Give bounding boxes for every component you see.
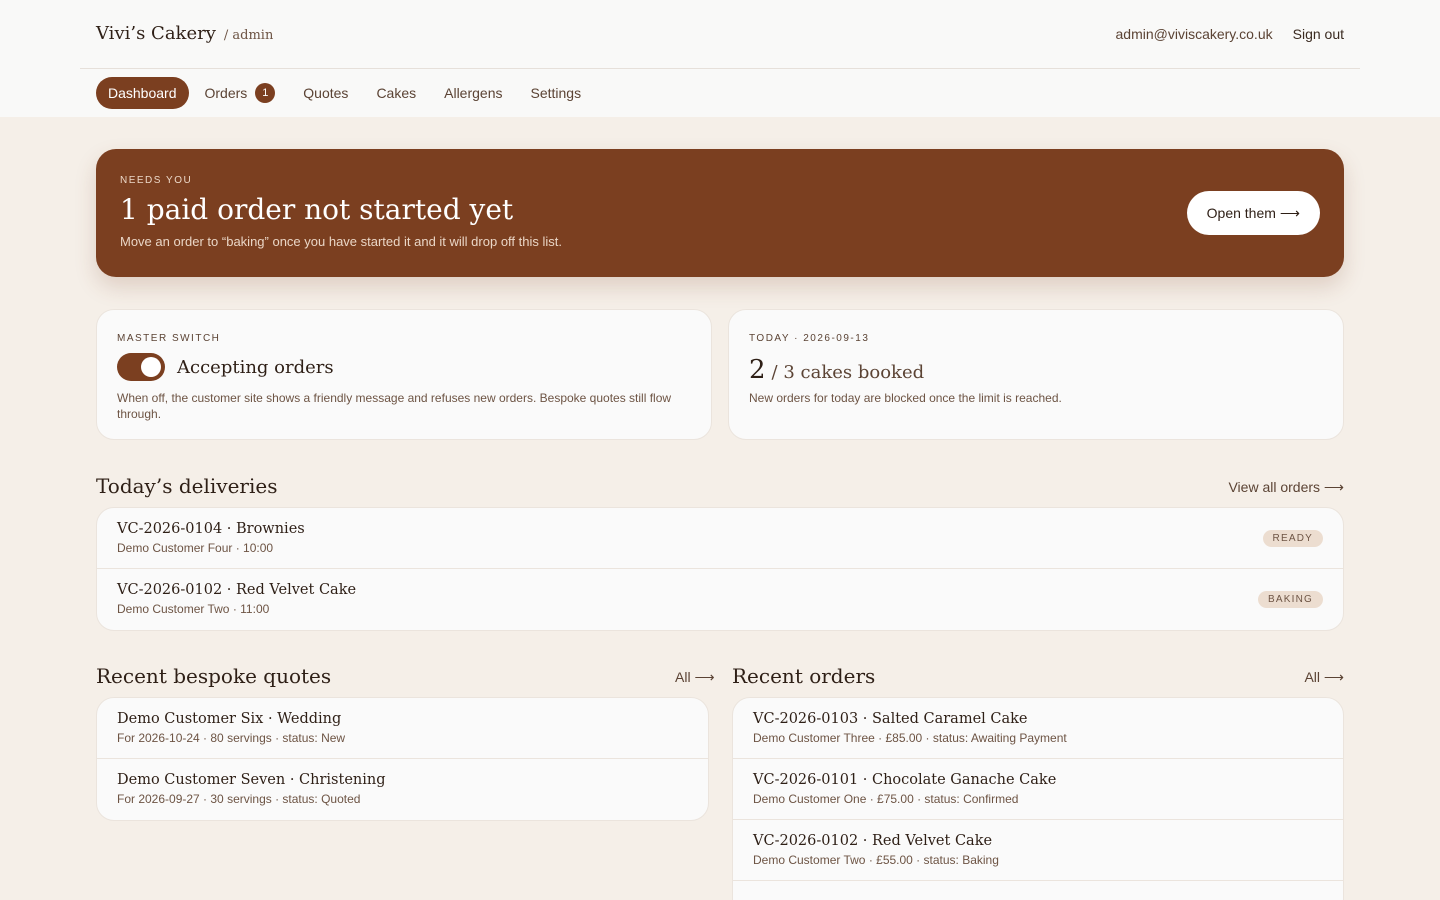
accepting-orders-label: Accepting orders bbox=[177, 356, 334, 378]
order-sub: Demo Customer One · £75.00 · status: Con… bbox=[753, 792, 1019, 806]
nav-orders-label: Orders bbox=[204, 85, 248, 101]
arrow-right-icon: ⟶ bbox=[1279, 204, 1300, 221]
master-switch-card: MASTER SWITCH Accepting orders When off,… bbox=[96, 309, 712, 440]
brand-suffix: / admin bbox=[223, 28, 274, 43]
master-switch-description: When off, the customer site shows a frie… bbox=[117, 391, 672, 421]
all-orders-label: All bbox=[1304, 669, 1321, 685]
today-kicker: TODAY · 2026-09-13 bbox=[749, 333, 870, 344]
nav-quotes[interactable]: Quotes bbox=[289, 77, 362, 109]
toggle-knob bbox=[141, 357, 161, 377]
delivery-row[interactable]: VC-2026-0104 · Brownies Demo Customer Fo… bbox=[97, 508, 1343, 569]
status-badge: READY bbox=[1262, 530, 1323, 547]
accepting-orders-toggle[interactable] bbox=[117, 353, 165, 381]
view-all-orders-label: View all orders bbox=[1228, 479, 1321, 495]
quote-sub: For 2026-10-24 · 80 servings · status: N… bbox=[117, 731, 346, 745]
quotes-list: Demo Customer Six · Wedding For 2026-10-… bbox=[96, 697, 709, 821]
deliveries-title: Today’s deliveries bbox=[96, 474, 278, 498]
nav-allergens[interactable]: Allergens bbox=[430, 77, 516, 109]
needs-you-banner: NEEDS YOU 1 paid order not started yet M… bbox=[96, 149, 1344, 277]
nav-orders[interactable]: Orders 1 bbox=[191, 77, 290, 109]
quotes-title: Recent bespoke quotes bbox=[96, 664, 332, 688]
account-email: admin@viviscakery.co.uk bbox=[1115, 26, 1273, 42]
account-area: admin@viviscakery.co.uk Sign out bbox=[1116, 26, 1345, 42]
nav-dashboard-label: Dashboard bbox=[108, 85, 177, 101]
recent-orders-list: VC-2026-0103 · Salted Caramel Cake Demo … bbox=[732, 697, 1344, 900]
all-quotes-label: All bbox=[675, 669, 691, 685]
accepting-orders-toggle-row: Accepting orders bbox=[117, 353, 334, 381]
order-sub: Demo Customer Two · £55.00 · status: Bak… bbox=[753, 853, 999, 867]
master-switch-kicker: MASTER SWITCH bbox=[117, 333, 221, 344]
banner-title: 1 paid order not started yet bbox=[120, 193, 514, 226]
banner-description: Move an order to “baking” once you have … bbox=[120, 234, 562, 249]
main-nav: Dashboard Orders 1 Quotes Cakes Allergen… bbox=[96, 77, 595, 109]
order-title: VC-2026-0101 · Chocolate Ganache Cake bbox=[753, 772, 1057, 788]
open-them-label: Open them bbox=[1206, 205, 1276, 221]
nav-allergens-label: Allergens bbox=[444, 85, 503, 101]
arrow-right-icon: ⟶ bbox=[1323, 669, 1344, 685]
nav-cakes[interactable]: Cakes bbox=[362, 77, 430, 109]
today-booked-count: 2 / 3 cakes booked bbox=[749, 355, 924, 385]
nav-dashboard[interactable]: Dashboard bbox=[96, 77, 189, 109]
arrow-right-icon: ⟶ bbox=[694, 669, 715, 685]
all-orders-link[interactable]: All ⟶ bbox=[1304, 669, 1344, 686]
quote-row[interactable]: Demo Customer Six · Wedding For 2026-10-… bbox=[97, 698, 708, 759]
delivery-row[interactable]: VC-2026-0102 · Red Velvet Cake Demo Cust… bbox=[97, 569, 1343, 630]
delivery-sub: Demo Customer Four · 10:00 bbox=[117, 541, 274, 555]
quote-title: Demo Customer Six · Wedding bbox=[117, 711, 342, 727]
quote-sub: For 2026-09-27 · 30 servings · status: Q… bbox=[117, 792, 361, 806]
order-row[interactable]: VC-2026-0102 · Red Velvet Cake Demo Cust… bbox=[733, 820, 1343, 881]
brand[interactable]: Vivi’s Cakery / admin bbox=[96, 23, 273, 44]
brand-name: Vivi’s Cakery bbox=[96, 23, 216, 44]
order-row[interactable]: VC-2026-0103 · Salted Caramel Cake Demo … bbox=[733, 698, 1343, 759]
view-all-orders-link[interactable]: View all orders ⟶ bbox=[1228, 479, 1344, 496]
banner-kicker: NEEDS YOU bbox=[120, 175, 193, 186]
nav-settings[interactable]: Settings bbox=[517, 77, 596, 109]
booked-number: 2 bbox=[749, 355, 766, 385]
nav-settings-label: Settings bbox=[530, 85, 582, 101]
quote-title: Demo Customer Seven · Christening bbox=[117, 772, 386, 788]
order-row-partial[interactable] bbox=[733, 881, 1343, 900]
header-divider bbox=[80, 68, 1360, 69]
order-title: VC-2026-0102 · Red Velvet Cake bbox=[753, 833, 993, 849]
deliveries-list: VC-2026-0104 · Brownies Demo Customer Fo… bbox=[96, 507, 1344, 631]
nav-quotes-label: Quotes bbox=[303, 85, 349, 101]
today-capacity-card: TODAY · 2026-09-13 2 / 3 cakes booked Ne… bbox=[728, 309, 1344, 440]
today-description: New orders for today are blocked once th… bbox=[749, 391, 1062, 405]
order-row[interactable]: VC-2026-0101 · Chocolate Ganache Cake De… bbox=[733, 759, 1343, 820]
orders-count-badge: 1 bbox=[255, 83, 276, 103]
delivery-title: VC-2026-0104 · Brownies bbox=[117, 521, 305, 537]
open-them-button[interactable]: Open them ⟶ bbox=[1186, 191, 1320, 235]
nav-cakes-label: Cakes bbox=[376, 85, 417, 101]
sign-out-link[interactable]: Sign out bbox=[1293, 26, 1344, 42]
top-bar: Vivi’s Cakery / admin admin@viviscakery.… bbox=[0, 0, 1440, 117]
arrow-right-icon: ⟶ bbox=[1323, 479, 1344, 495]
status-badge: BAKING bbox=[1258, 591, 1323, 608]
all-quotes-link[interactable]: All ⟶ bbox=[675, 669, 715, 686]
delivery-title: VC-2026-0102 · Red Velvet Cake bbox=[117, 582, 357, 598]
order-title: VC-2026-0103 · Salted Caramel Cake bbox=[753, 711, 1028, 727]
delivery-sub: Demo Customer Two · 11:00 bbox=[117, 602, 270, 616]
order-sub: Demo Customer Three · £85.00 · status: A… bbox=[753, 731, 1067, 745]
quote-row[interactable]: Demo Customer Seven · Christening For 20… bbox=[97, 759, 708, 820]
recent-orders-title: Recent orders bbox=[732, 664, 876, 688]
booked-limit-text: / 3 cakes booked bbox=[771, 362, 925, 383]
